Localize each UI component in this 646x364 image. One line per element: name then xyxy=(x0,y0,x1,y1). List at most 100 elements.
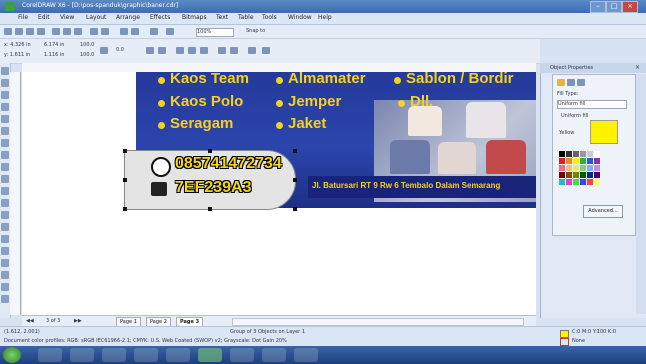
weld-icon[interactable] xyxy=(218,47,226,54)
taskbar-app-icon[interactable] xyxy=(230,348,254,362)
new-document-icon[interactable] xyxy=(4,28,12,35)
current-fill-swatch[interactable] xyxy=(590,120,618,144)
align-distribute-icon[interactable] xyxy=(248,47,256,54)
system-tray[interactable] xyxy=(520,350,610,360)
zoom-level-dropdown[interactable]: 100% xyxy=(196,28,234,37)
mesh-fill-tool-icon[interactable] xyxy=(1,295,9,303)
taskbar-media-icon[interactable] xyxy=(102,348,126,362)
scale-height-field[interactable]: 100.0 xyxy=(80,52,94,58)
crop-tool-icon[interactable] xyxy=(1,91,9,99)
menu-tools[interactable]: Tools xyxy=(262,14,277,21)
polygon-tool-icon[interactable] xyxy=(1,163,9,171)
basic-shapes-tool-icon[interactable] xyxy=(1,175,9,183)
last-page-icon[interactable]: ▶▶ xyxy=(74,318,82,324)
mirror-horizontal-icon[interactable] xyxy=(146,47,154,54)
selection-handle[interactable] xyxy=(293,149,297,153)
contact-pill[interactable]: 085741472734 7EF239A3 xyxy=(123,149,297,211)
zoom-tool-icon[interactable] xyxy=(1,103,9,111)
vertical-ruler[interactable] xyxy=(10,72,21,315)
rectangle-tool-icon[interactable] xyxy=(1,139,9,147)
taskbar-explorer-icon[interactable] xyxy=(38,348,62,362)
y-position-field[interactable]: y: 1.611 in xyxy=(4,52,30,58)
transparency-tool-icon[interactable] xyxy=(1,235,9,243)
ungroup-all-icon[interactable] xyxy=(200,47,208,54)
x-position-field[interactable]: x: 4.326 in xyxy=(4,42,31,48)
app-launcher-icon[interactable] xyxy=(150,28,158,35)
menu-effects[interactable]: Effects xyxy=(150,14,170,21)
width-field[interactable]: 6.174 in xyxy=(44,42,64,48)
ungroup-icon[interactable] xyxy=(188,47,196,54)
redo-icon[interactable] xyxy=(101,28,109,35)
print-icon[interactable] xyxy=(37,28,45,35)
pick-tool-icon[interactable] xyxy=(1,67,9,75)
parallel-dimension-tool-icon[interactable] xyxy=(1,199,9,207)
selection-handle[interactable] xyxy=(293,207,297,211)
coreldraw-app-icon[interactable] xyxy=(5,2,15,11)
taskbar-app-icon[interactable] xyxy=(166,348,190,362)
import-icon[interactable] xyxy=(120,28,128,35)
taskbar-app-icon[interactable] xyxy=(134,348,158,362)
height-field[interactable]: 1.116 in xyxy=(44,52,64,58)
menu-table[interactable]: Table xyxy=(238,14,254,21)
start-button-icon[interactable] xyxy=(3,347,21,363)
ellipse-tool-icon[interactable] xyxy=(1,151,9,159)
smart-fill-tool-icon[interactable] xyxy=(1,127,9,135)
selection-handle[interactable] xyxy=(123,207,127,211)
lock-ratio-icon[interactable] xyxy=(100,47,108,54)
advanced-button[interactable]: Advanced... xyxy=(583,205,623,218)
selection-handle[interactable] xyxy=(208,207,212,211)
color-palette-grid[interactable] xyxy=(559,151,609,191)
close-button[interactable]: × xyxy=(622,1,638,13)
fill-indicator-icon[interactable] xyxy=(560,330,569,338)
menu-arrange[interactable]: Arrange xyxy=(116,14,140,21)
docker-close-icon[interactable]: × xyxy=(635,64,640,71)
menu-bitmaps[interactable]: Bitmaps xyxy=(182,14,207,21)
menu-text[interactable]: Text xyxy=(216,14,228,21)
blend-tool-icon[interactable] xyxy=(1,223,9,231)
scale-width-field[interactable]: 100.0 xyxy=(80,42,94,48)
cut-icon[interactable] xyxy=(52,28,60,35)
export-icon[interactable] xyxy=(131,28,139,35)
menu-edit[interactable]: Edit xyxy=(38,14,50,21)
menu-view[interactable]: View xyxy=(60,14,74,21)
shape-tool-icon[interactable] xyxy=(1,79,9,87)
fill-tab-icon[interactable] xyxy=(557,79,565,86)
docker-side-tabs[interactable] xyxy=(636,74,646,314)
interactive-fill-tool-icon[interactable] xyxy=(1,283,9,291)
menu-window[interactable]: Window xyxy=(288,14,312,21)
selection-handle[interactable] xyxy=(293,178,297,182)
mirror-vertical-icon[interactable] xyxy=(158,47,166,54)
outline-tab-icon[interactable] xyxy=(567,79,575,86)
maximize-button[interactable]: □ xyxy=(606,1,622,13)
fill-tool-icon[interactable] xyxy=(1,271,9,279)
eyedropper-tool-icon[interactable] xyxy=(1,247,9,255)
menu-help[interactable]: Help xyxy=(318,14,332,21)
open-icon[interactable] xyxy=(15,28,23,35)
selection-handle[interactable] xyxy=(123,178,127,182)
undo-icon[interactable] xyxy=(90,28,98,35)
save-icon[interactable] xyxy=(26,28,34,35)
rotation-angle-field[interactable]: 0.0 xyxy=(116,47,124,53)
group-icon[interactable] xyxy=(176,47,184,54)
menu-file[interactable]: File xyxy=(18,14,28,21)
trim-icon[interactable] xyxy=(230,47,238,54)
outline-pen-tool-icon[interactable] xyxy=(1,259,9,267)
menu-layout[interactable]: Layout xyxy=(86,14,106,21)
first-page-icon[interactable]: ◀◀ xyxy=(26,318,34,324)
welcome-screen-icon[interactable] xyxy=(166,28,174,35)
horizontal-scrollbar[interactable] xyxy=(232,318,524,326)
transparency-tab-icon[interactable] xyxy=(577,79,585,86)
selection-handle[interactable] xyxy=(123,149,127,153)
minimize-button[interactable]: – xyxy=(590,1,606,13)
taskbar-coreldraw-icon[interactable] xyxy=(198,348,222,362)
selection-handle[interactable] xyxy=(208,149,212,153)
freehand-tool-icon[interactable] xyxy=(1,115,9,123)
outline-indicator-icon[interactable] xyxy=(560,338,569,346)
taskbar-app-icon[interactable] xyxy=(262,348,286,362)
text-tool-icon[interactable] xyxy=(1,187,9,195)
color-profiles[interactable]: Document color profiles: RGB: sRGB IEC61… xyxy=(4,338,287,344)
paste-icon[interactable] xyxy=(74,28,82,35)
taskbar-browser-icon[interactable] xyxy=(70,348,94,362)
taskbar-app-icon[interactable] xyxy=(294,348,318,362)
fill-type-dropdown[interactable]: Uniform fill xyxy=(557,100,627,109)
